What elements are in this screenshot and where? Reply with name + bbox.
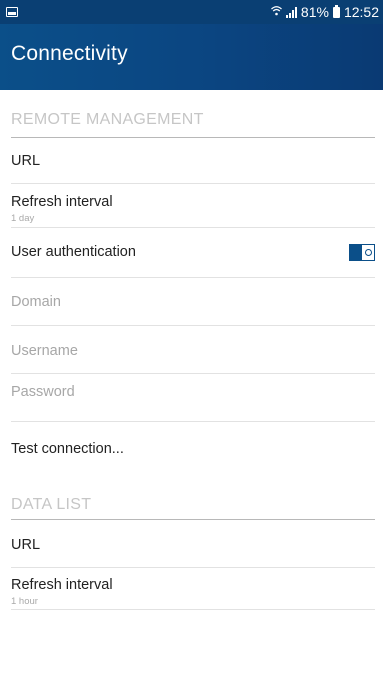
data-list-url-label: URL: [11, 537, 41, 553]
remote-refresh-interval-item[interactable]: Refresh interval 1 day: [0, 184, 383, 228]
data-list-refresh-interval-item[interactable]: Refresh interval 1 hour: [0, 568, 383, 610]
toggle-knob: [362, 245, 374, 260]
signal-icon: [285, 6, 297, 18]
page-title: Connectivity: [11, 42, 128, 65]
remote-url-label: URL: [11, 153, 41, 169]
remote-url-item[interactable]: URL: [0, 138, 383, 184]
domain-item[interactable]: Domain: [0, 278, 383, 326]
wifi-icon: [270, 5, 282, 19]
username-label: Username: [11, 343, 78, 359]
screen: 81% 12:52 Connectivity REMOTE MANAGEMENT…: [0, 0, 383, 682]
test-connection-item[interactable]: Test connection...: [0, 422, 383, 476]
test-connection-label: Test connection...: [11, 441, 124, 457]
username-item[interactable]: Username: [0, 326, 383, 374]
remote-refresh-interval-label: Refresh interval: [11, 194, 113, 210]
domain-label: Domain: [11, 294, 61, 310]
user-authentication-label: User authentication: [11, 244, 136, 260]
status-left: [6, 7, 18, 17]
data-list-refresh-interval-value: 1 hour: [11, 596, 38, 607]
clock: 12:52: [343, 4, 379, 20]
password-item[interactable]: Password: [0, 374, 383, 422]
status-right: 81% 12:52: [270, 4, 379, 20]
battery-percent: 81%: [300, 4, 329, 20]
toggle-fill: [350, 245, 362, 260]
data-list-url-item[interactable]: URL: [0, 520, 383, 568]
row-divider: [11, 609, 375, 610]
user-authentication-toggle[interactable]: [349, 244, 375, 261]
remote-refresh-interval-value: 1 day: [11, 213, 35, 224]
app-bar: Connectivity: [0, 24, 383, 90]
password-label: Password: [11, 384, 75, 400]
section-header-remote-management: REMOTE MANAGEMENT: [11, 111, 204, 128]
status-bar: 81% 12:52: [0, 0, 383, 24]
battery-icon: [332, 4, 340, 18]
section-header-data-list: DATA LIST: [11, 496, 92, 513]
user-authentication-item[interactable]: User authentication: [0, 228, 383, 278]
data-list-refresh-interval-label: Refresh interval: [11, 577, 113, 593]
gallery-notification-icon: [6, 7, 18, 17]
